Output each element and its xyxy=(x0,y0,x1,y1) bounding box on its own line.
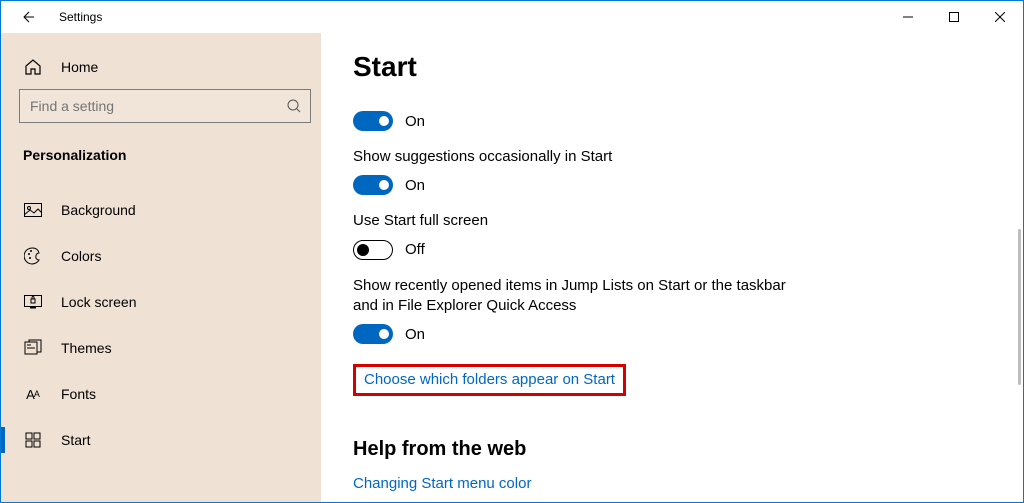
nav-label: Start xyxy=(61,432,91,448)
palette-icon xyxy=(23,247,43,265)
toggle-0[interactable] xyxy=(353,111,393,131)
help-heading: Help from the web xyxy=(353,438,983,461)
sidebar-item-colors[interactable]: Colors xyxy=(15,233,317,279)
setting-row-3: Show recently opened items in Jump Lists… xyxy=(353,276,983,345)
setting-row-2: Use Start full screen Off xyxy=(353,211,983,259)
setting-label: Use Start full screen xyxy=(353,211,803,231)
themes-icon xyxy=(23,339,43,357)
toggle-value: On xyxy=(405,177,425,194)
setting-label: Show suggestions occasionally in Start xyxy=(353,147,803,167)
back-button[interactable] xyxy=(19,9,43,25)
setting-row-1: Show suggestions occasionally in Start O… xyxy=(353,147,983,195)
start-icon xyxy=(23,432,43,448)
nav-label: Background xyxy=(61,202,136,218)
toggle-value: Off xyxy=(405,241,425,258)
home-label: Home xyxy=(61,59,98,75)
close-button[interactable] xyxy=(977,1,1023,33)
minimize-button[interactable] xyxy=(885,1,931,33)
image-icon xyxy=(23,203,43,217)
toggle-1[interactable] xyxy=(353,175,393,195)
highlighted-link-box: Choose which folders appear on Start xyxy=(353,364,626,396)
main-content: Start On Show suggestions occasionally i… xyxy=(321,33,1023,502)
toggle-value: On xyxy=(405,326,425,343)
choose-folders-link[interactable]: Choose which folders appear on Start xyxy=(364,371,615,388)
sidebar-home[interactable]: Home xyxy=(15,45,317,89)
help-link[interactable]: Changing Start menu color xyxy=(353,475,531,492)
window-title: Settings xyxy=(59,10,102,24)
sidebar-item-lock-screen[interactable]: Lock screen xyxy=(15,279,317,325)
sidebar-item-start[interactable]: Start xyxy=(15,417,317,463)
toggle-value: On xyxy=(405,113,425,130)
page-title: Start xyxy=(353,51,983,83)
fonts-icon: AA xyxy=(23,387,43,402)
titlebar: Settings xyxy=(1,1,1023,33)
sidebar-item-background[interactable]: Background xyxy=(15,187,317,233)
sidebar: Home Personalization Background Colors L… xyxy=(1,33,321,502)
toggle-3[interactable] xyxy=(353,324,393,344)
nav-label: Themes xyxy=(61,340,112,356)
search-input[interactable] xyxy=(19,89,311,123)
nav-label: Fonts xyxy=(61,386,96,402)
window-controls xyxy=(885,1,1023,33)
setting-row-0: On xyxy=(353,111,983,131)
sidebar-item-fonts[interactable]: AA Fonts xyxy=(15,371,317,417)
scrollbar[interactable] xyxy=(1018,229,1021,385)
section-title: Personalization xyxy=(15,131,317,177)
maximize-button[interactable] xyxy=(931,1,977,33)
setting-label: Show recently opened items in Jump Lists… xyxy=(353,276,803,317)
home-icon xyxy=(23,58,43,76)
toggle-2[interactable] xyxy=(353,240,393,260)
nav-label: Lock screen xyxy=(61,294,136,310)
lock-screen-icon xyxy=(23,295,43,309)
sidebar-item-themes[interactable]: Themes xyxy=(15,325,317,371)
search-icon xyxy=(286,98,302,114)
nav-label: Colors xyxy=(61,248,101,264)
search-field[interactable] xyxy=(30,98,286,114)
